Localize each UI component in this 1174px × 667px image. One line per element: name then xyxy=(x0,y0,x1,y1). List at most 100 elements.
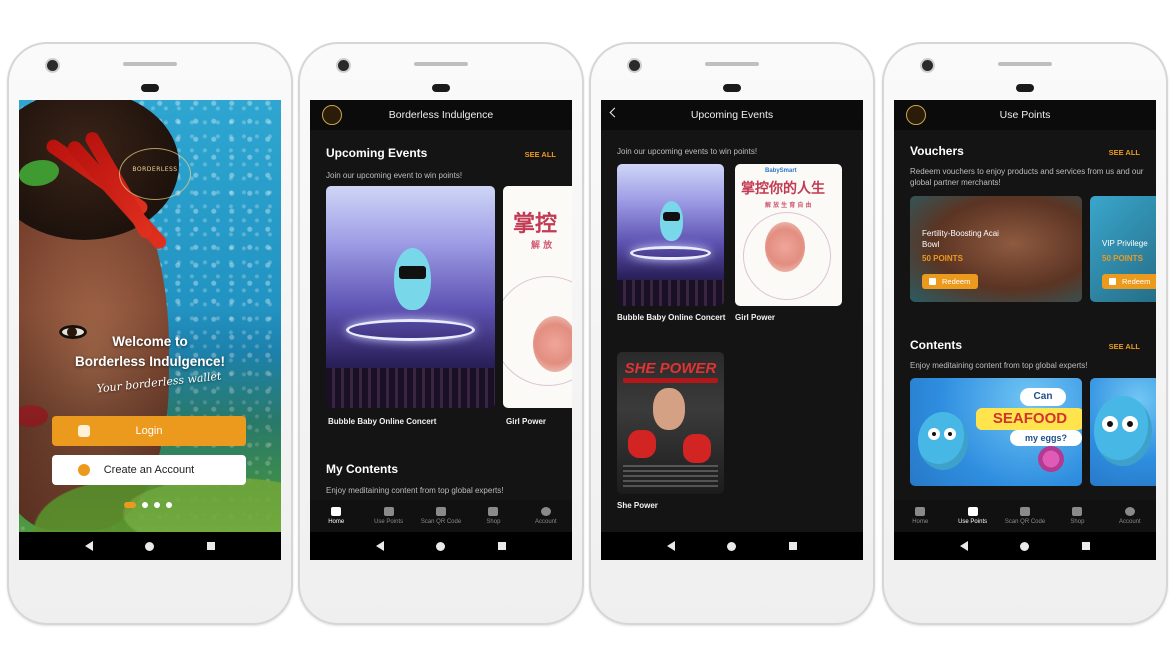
proximity-sensor xyxy=(723,84,741,92)
voucher-card-vip[interactable]: VIP Privilege 50 POINTS Redeem xyxy=(1090,196,1156,302)
app-showcase: BORDERLESS Welcome to Borderless Indulge… xyxy=(0,0,1174,667)
login-label: Login xyxy=(135,425,163,437)
home-circle-icon[interactable] xyxy=(727,541,737,551)
create-account-button[interactable]: Create an Account xyxy=(52,455,246,485)
content-card-mascot[interactable] xyxy=(1090,378,1156,486)
recents-icon[interactable] xyxy=(1081,542,1090,550)
event-caption: Girl Power xyxy=(735,313,776,322)
bottom-nav: Home Use Points Scan QR Code Shop Accoun… xyxy=(310,500,572,532)
nav-scan-qr[interactable]: Scan QR Code xyxy=(999,500,1051,532)
nav-label: Shop xyxy=(1070,519,1085,525)
back-icon[interactable] xyxy=(85,541,94,551)
mascot-eye xyxy=(1102,416,1118,432)
system-nav-bar xyxy=(19,532,281,560)
brand-logo xyxy=(119,148,191,200)
redeem-button[interactable]: Redeem xyxy=(922,274,979,289)
carousel-dot[interactable] xyxy=(166,502,172,508)
nav-home[interactable]: Home xyxy=(310,500,362,532)
nav-use-points[interactable]: Use Points xyxy=(362,500,414,532)
nav-shop[interactable]: Shop xyxy=(1051,500,1103,532)
back-icon[interactable] xyxy=(960,541,969,551)
back-icon[interactable] xyxy=(376,541,385,551)
events-subtitle: Join our upcoming events to win points! xyxy=(617,147,758,156)
front-camera xyxy=(338,60,349,71)
system-nav-bar xyxy=(894,532,1156,560)
home-circle-icon[interactable] xyxy=(145,541,155,551)
use-points-screen: Use Points Vouchers SEE ALL Redeem vouch… xyxy=(894,100,1156,560)
vouchers-subtitle: Redeem vouchers to enjoy products and se… xyxy=(910,167,1144,187)
qr-icon xyxy=(1020,507,1031,516)
carousel-indicator[interactable] xyxy=(124,502,172,508)
redeem-button[interactable]: Redeem xyxy=(1102,274,1156,289)
voucher-points: 50 POINTS xyxy=(1102,254,1143,263)
nav-label: Home xyxy=(912,519,929,525)
nav-use-points[interactable]: Use Points xyxy=(946,500,998,532)
nav-label: Use Points xyxy=(374,519,404,525)
voucher-card-acai-bowl[interactable]: Fertility-Boosting Acai Bowl 50 POINTS R… xyxy=(910,196,1082,302)
phone-frame-home: Borderless Indulgence Upcoming Events SE… xyxy=(298,42,584,625)
nav-shop[interactable]: Shop xyxy=(467,500,519,532)
proximity-sensor xyxy=(1016,84,1034,92)
proximity-sensor xyxy=(141,84,159,92)
front-camera xyxy=(47,60,58,71)
seafood-headline-can: Can xyxy=(1020,388,1066,406)
front-camera xyxy=(922,60,933,71)
events-subtitle: Join our upcoming event to win points! xyxy=(326,171,463,180)
recents-icon[interactable] xyxy=(497,542,506,550)
speaker-grille xyxy=(414,62,468,66)
nav-account[interactable]: Account xyxy=(520,500,572,532)
bottom-nav: Home Use Points Scan QR Code Shop Accoun… xyxy=(894,500,1156,532)
seafood-headline: SEAFOOD xyxy=(976,408,1082,430)
points-icon xyxy=(967,507,978,516)
qr-icon xyxy=(436,507,447,516)
poster-chinese-title: 掌控你的人生 xyxy=(741,181,825,197)
stage-ring xyxy=(346,319,475,342)
event-card-bubble-baby[interactable] xyxy=(617,164,724,306)
user-add-icon xyxy=(78,464,90,476)
contents-see-all-link[interactable]: SEE ALL xyxy=(1109,342,1140,351)
events-see-all-link[interactable]: SEE ALL xyxy=(525,150,556,159)
nav-account[interactable]: Account xyxy=(1104,500,1156,532)
blue-mascot xyxy=(1094,396,1152,466)
home-circle-icon[interactable] xyxy=(436,541,446,551)
event-caption: Girl Power xyxy=(506,417,547,426)
poster-figure xyxy=(765,222,805,272)
my-contents-title: My Contents xyxy=(326,462,398,476)
events-screen: Upcoming Events Join our upcoming events… xyxy=(601,100,863,560)
carousel-dot[interactable] xyxy=(154,502,160,508)
poster-brand: BabySmart xyxy=(765,168,797,174)
event-card-she-power[interactable]: SHE POWER xyxy=(617,352,724,494)
nav-home[interactable]: Home xyxy=(894,500,946,532)
login-button[interactable]: Login xyxy=(52,416,246,446)
vouchers-see-all-link[interactable]: SEE ALL xyxy=(1109,148,1140,157)
carousel-dot-active[interactable] xyxy=(124,502,136,508)
event-card-bubble-baby[interactable] xyxy=(326,186,495,408)
speaker-grille xyxy=(123,62,177,66)
back-icon[interactable] xyxy=(667,541,676,551)
voucher-points: 50 POINTS xyxy=(922,254,963,263)
content-card-seafood[interactable]: Can SEAFOOD my eggs? xyxy=(910,378,1082,486)
poster-chinese-subtitle: 解 放 生 育 自 由 xyxy=(765,202,812,209)
nav-label: Scan QR Code xyxy=(420,519,462,525)
event-card-girl-power[interactable]: BabySmart 掌控你的人生 解 放 生 育 自 由 xyxy=(735,164,842,306)
event-caption: Bubble Baby Online Concert xyxy=(617,313,726,322)
alien-character xyxy=(659,200,684,241)
recents-icon[interactable] xyxy=(788,542,797,550)
event-card-girl-power[interactable]: 掌控 解 放 xyxy=(503,186,572,408)
poster-subtitle-bar xyxy=(623,378,718,383)
screen-title: Use Points xyxy=(999,109,1051,121)
carousel-dot[interactable] xyxy=(142,502,148,508)
nav-label: Shop xyxy=(486,519,501,525)
contents-subtitle: Enjoy meditaining content from top globa… xyxy=(326,486,504,495)
home-circle-icon[interactable] xyxy=(1020,541,1030,551)
voucher-name: VIP Privilege xyxy=(1102,239,1148,248)
nav-scan-qr[interactable]: Scan QR Code xyxy=(415,500,467,532)
sunglasses xyxy=(398,265,426,280)
recents-icon[interactable] xyxy=(206,542,215,550)
nav-label: Use Points xyxy=(958,519,988,525)
app-bar: Upcoming Events xyxy=(601,100,863,130)
proximity-sensor xyxy=(432,84,450,92)
login-icon xyxy=(78,425,90,437)
poster-chinese-title: 掌控 xyxy=(513,211,558,237)
poster-she-power-title: SHE POWER xyxy=(624,360,717,377)
